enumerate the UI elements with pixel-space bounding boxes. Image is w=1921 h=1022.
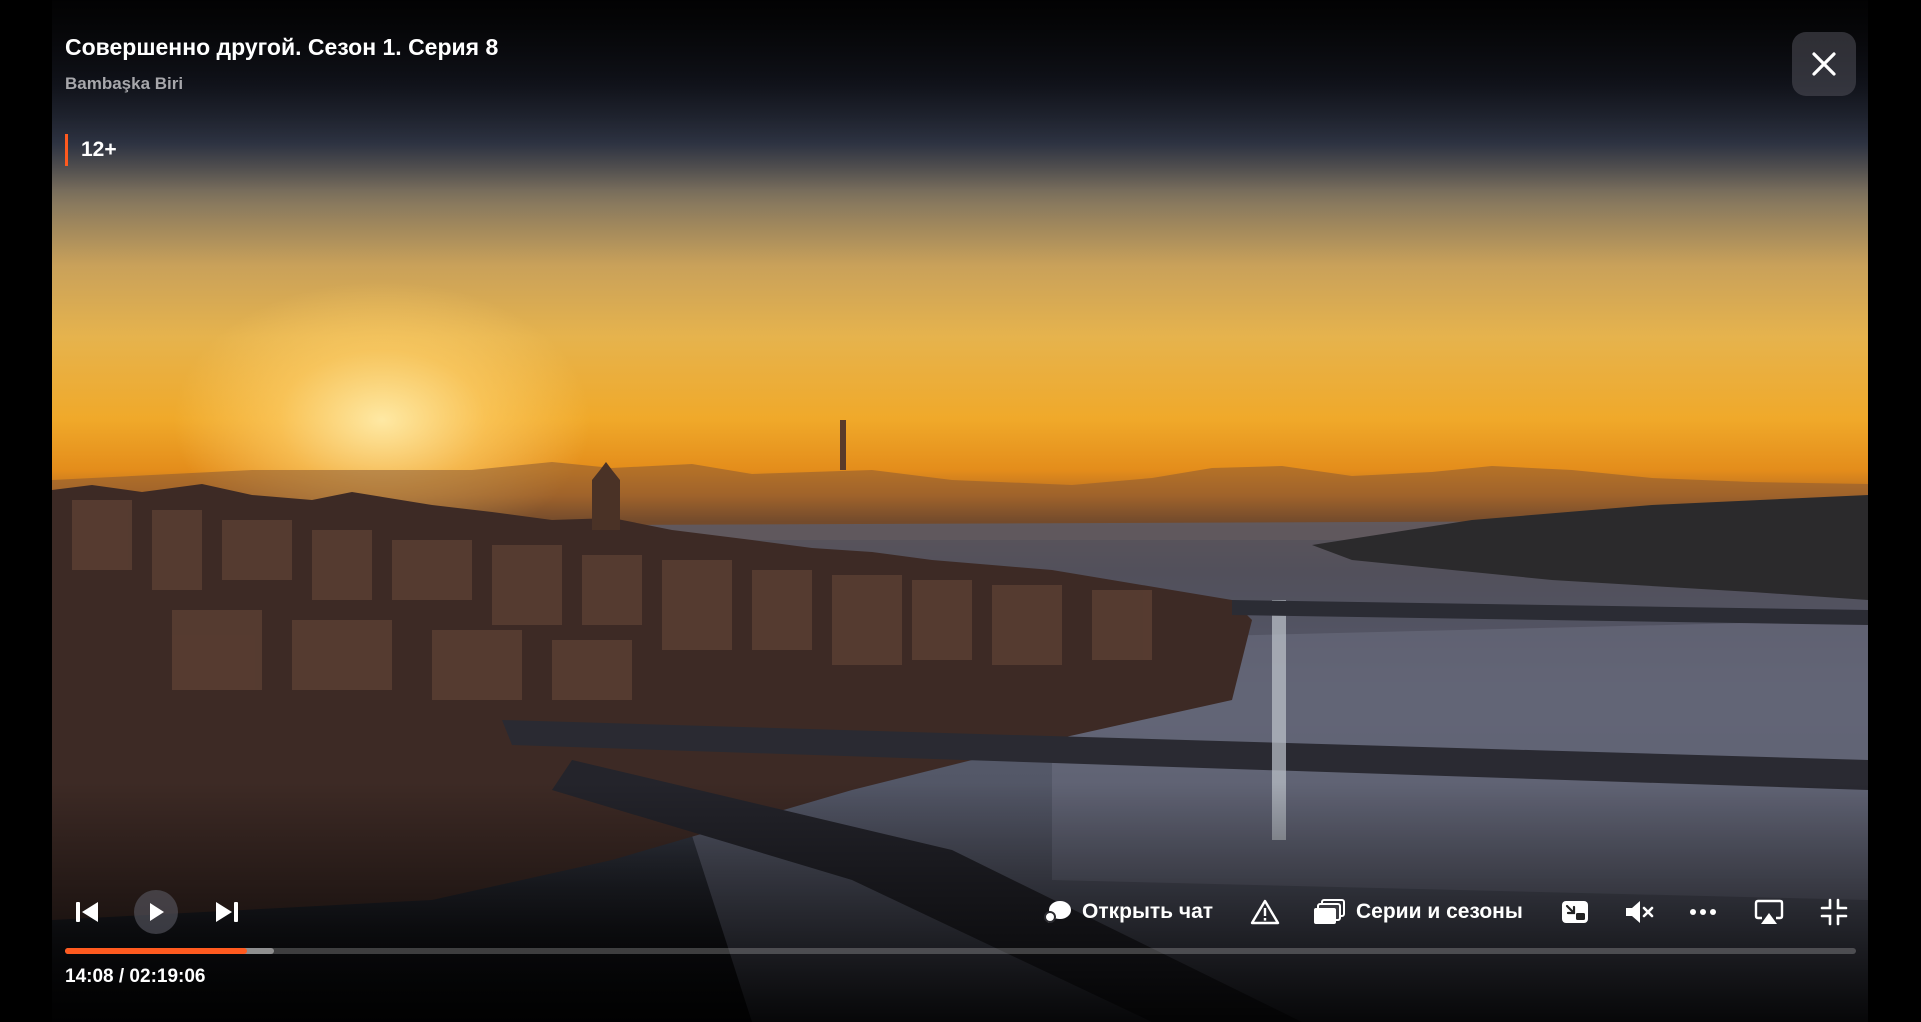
previous-icon bbox=[76, 902, 98, 922]
episodes-icon bbox=[1314, 899, 1345, 924]
next-icon bbox=[216, 902, 238, 922]
exit-fullscreen-icon bbox=[1820, 898, 1848, 926]
picture-in-picture-icon bbox=[1562, 901, 1588, 923]
player-controls-bar: Открыть чат Серии и сезоны bbox=[0, 887, 1921, 947]
original-title: Bambaşka Biri bbox=[65, 74, 184, 93]
episode-title: Совершенно другой. Сезон 1. Серия 8 bbox=[65, 34, 499, 60]
open-chat-label: Открыть чат bbox=[1082, 900, 1214, 923]
more-options-button[interactable] bbox=[1686, 895, 1720, 929]
age-rating-badge: 12+ bbox=[65, 134, 117, 166]
volume-muted-icon bbox=[1626, 901, 1654, 923]
chat-icon bbox=[1044, 901, 1071, 923]
picture-in-picture-button[interactable] bbox=[1558, 895, 1592, 929]
progress-played bbox=[65, 948, 247, 954]
previous-episode-button[interactable] bbox=[70, 895, 104, 929]
airplay-button[interactable] bbox=[1752, 895, 1786, 929]
episodes-seasons-button[interactable]: Серии и сезоны bbox=[1312, 895, 1523, 929]
time-display: 14:08 / 02:19:06 bbox=[65, 966, 206, 987]
warning-icon bbox=[1250, 899, 1280, 925]
next-episode-button[interactable] bbox=[210, 895, 244, 929]
top-gradient bbox=[52, 0, 1868, 190]
more-icon bbox=[1690, 909, 1716, 915]
airplay-icon bbox=[1754, 899, 1784, 924]
episodes-seasons-label: Серии и сезоны bbox=[1356, 900, 1523, 923]
play-button[interactable] bbox=[134, 890, 178, 934]
play-icon bbox=[150, 903, 164, 921]
exit-fullscreen-button[interactable] bbox=[1817, 895, 1851, 929]
volume-button[interactable] bbox=[1622, 895, 1656, 929]
progress-bar[interactable] bbox=[65, 948, 1856, 954]
video-frame[interactable] bbox=[52, 0, 1868, 1022]
close-icon bbox=[1812, 52, 1836, 76]
close-button[interactable] bbox=[1792, 32, 1856, 96]
report-problem-button[interactable] bbox=[1248, 895, 1282, 929]
open-chat-button[interactable]: Открыть чат bbox=[1044, 895, 1213, 929]
